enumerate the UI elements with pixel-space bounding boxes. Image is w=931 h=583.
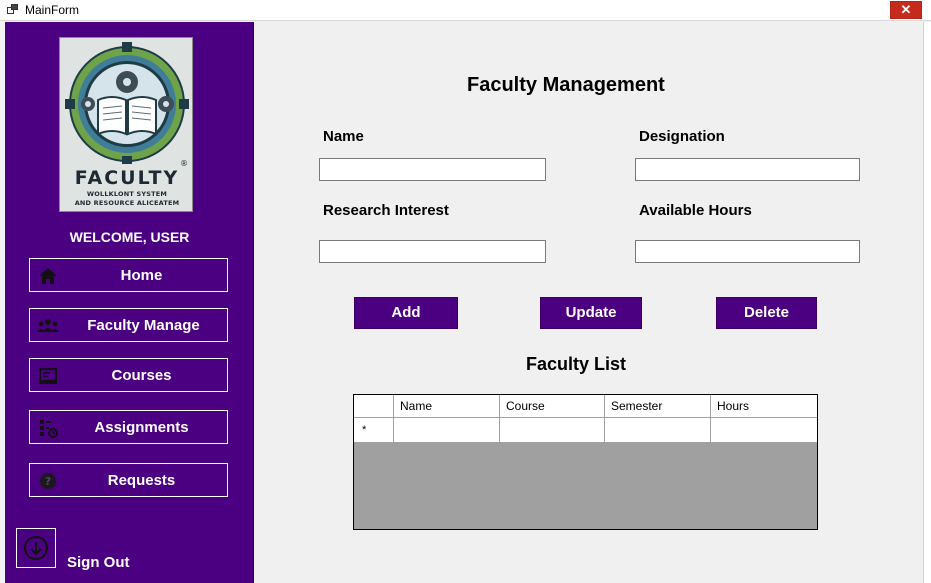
nav-faculty-manage-button[interactable]: Faculty Manage [29,308,228,342]
name-input[interactable] [319,158,546,181]
nav-home-label: Home [120,267,163,284]
app-icon [7,4,19,15]
available-hours-label: Available Hours [639,202,752,219]
cell-name[interactable] [394,418,500,442]
grid-corner-cell[interactable] [354,395,394,417]
assignment-icon [37,418,59,438]
nav-requests-button[interactable]: ? Requests [29,463,228,497]
column-header-course[interactable]: Course [500,395,605,417]
home-icon [37,266,59,286]
name-label: Name [323,128,364,145]
faculty-grid[interactable]: Name Course Semester Hours * [353,394,818,530]
page-title: Faculty Management [467,74,665,96]
faculty-list-title: Faculty List [526,354,627,374]
question-icon: ? [37,471,59,491]
faculty-logo: ® FACULTY WOLLKLONT SYSTEM AND RESOURCE … [59,37,193,212]
table-row-new[interactable]: * [354,418,817,442]
window-right-edge [923,22,931,583]
new-row-marker: * [362,424,367,436]
column-header-hours[interactable]: Hours [711,395,817,417]
nav-faculty-manage-label: Faculty Manage [87,317,200,334]
research-interest-label: Research Interest [323,202,449,219]
logo-title: FACULTY [74,167,180,189]
nav-assignments-button[interactable]: Assignments [29,410,228,444]
add-button[interactable]: Add [354,297,458,329]
available-hours-input[interactable] [635,240,860,263]
row-header-cell[interactable]: * [354,418,394,442]
nav-home-button[interactable]: Home [29,258,228,292]
designation-label: Designation [639,128,725,145]
monitor-icon [37,366,59,386]
nav-courses-label: Courses [111,367,172,384]
svg-text:?: ? [45,475,51,488]
logo-subtitle-2: AND RESOURCE ALICEATEM [74,199,180,207]
title-bar: MainForm ✕ [0,0,931,21]
update-button[interactable]: Update [540,297,642,329]
logo-subtitle-1: WOLLKLONT SYSTEM [86,190,168,198]
sign-out-label[interactable]: Sign Out [67,554,130,571]
delete-button[interactable]: Delete [716,297,817,329]
sign-out-icon [24,536,48,560]
users-icon [37,316,59,336]
sidebar: ® FACULTY WOLLKLONT SYSTEM AND RESOURCE … [5,22,254,583]
research-interest-input[interactable] [319,240,546,263]
nav-assignments-label: Assignments [94,419,189,436]
cell-hours[interactable] [711,418,817,442]
nav-courses-button[interactable]: Courses [29,358,228,392]
window-title: MainForm [25,3,80,17]
main-panel: Faculty Management Name Designation Rese… [256,22,923,583]
nav-requests-label: Requests [107,472,176,489]
cell-course[interactable] [500,418,605,442]
grid-header-row: Name Course Semester Hours [354,395,817,418]
sign-out-button[interactable] [16,528,56,568]
close-button[interactable]: ✕ [890,1,922,19]
cell-semester[interactable] [605,418,711,442]
welcome-label: WELCOME, USER [69,229,190,245]
designation-input[interactable] [635,158,860,181]
column-header-semester[interactable]: Semester [605,395,711,417]
column-header-name[interactable]: Name [394,395,500,417]
